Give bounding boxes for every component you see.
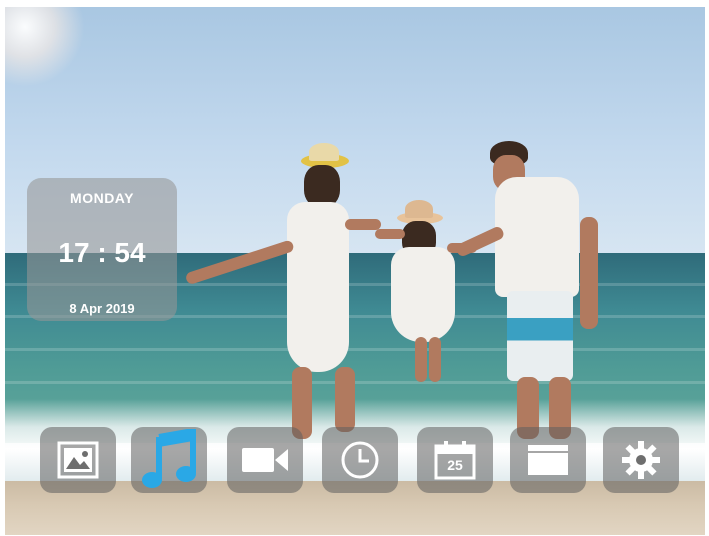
calendar-button[interactable]: 25 [417,427,493,493]
date-label: 8 Apr 2019 [69,301,135,316]
clock-button[interactable] [322,427,398,493]
calendar-icon: 25 [434,440,476,480]
screen: MONDAY 17 : 54 8 Apr 2019 25 [5,7,705,535]
datetime-widget[interactable]: MONDAY 17 : 54 8 Apr 2019 [27,178,177,321]
time-display: 17 : 54 [58,237,146,268]
video-camera-icon [242,445,288,475]
video-button[interactable] [227,427,303,493]
music-button[interactable] [131,427,207,493]
gear-icon [621,440,661,480]
weekday-label: MONDAY [70,190,134,206]
files-button[interactable] [510,427,586,493]
photo-icon [57,441,99,479]
photos-button[interactable] [40,427,116,493]
folder-icon [528,445,568,475]
calendar-day-number: 25 [447,457,463,473]
clock-icon [340,440,380,480]
music-note-icon [139,429,199,491]
settings-button[interactable] [603,427,679,493]
